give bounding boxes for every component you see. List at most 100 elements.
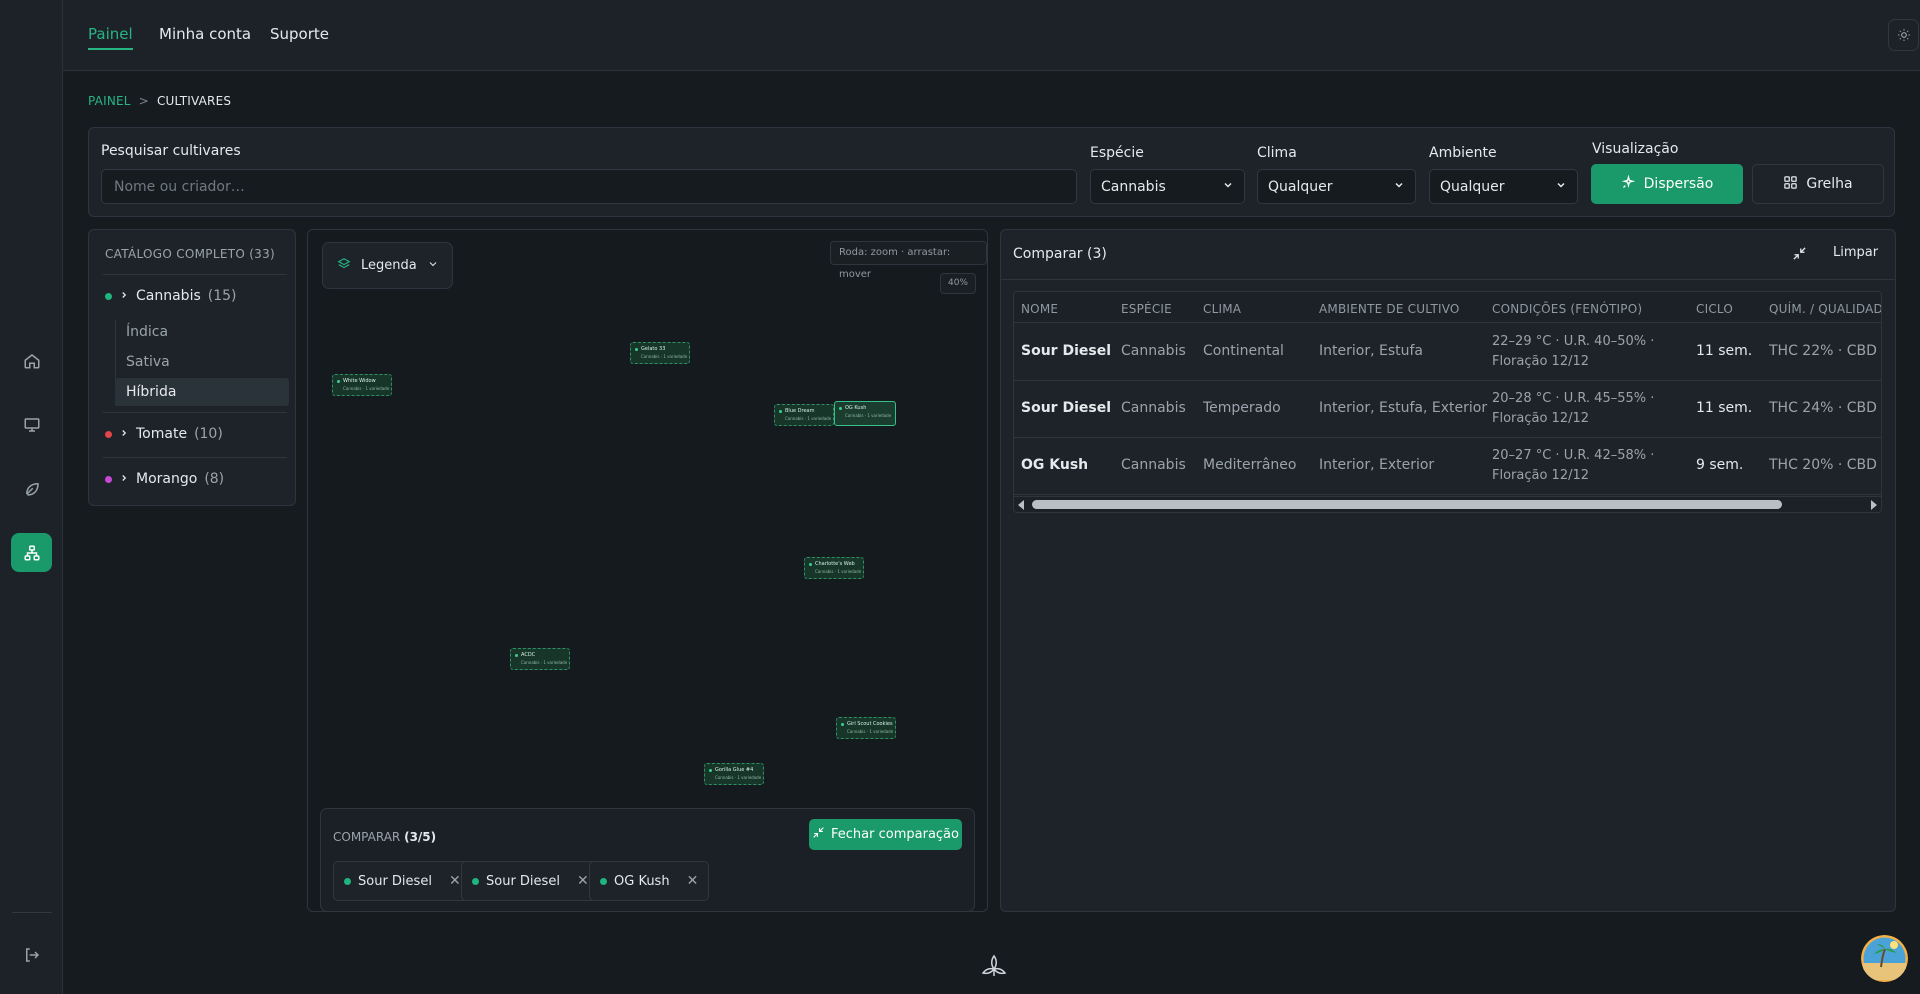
sun-icon[interactable] <box>1888 19 1919 51</box>
app-logo-icon <box>981 954 1007 982</box>
breadcrumb-root[interactable]: PAINEL <box>88 94 131 108</box>
search-input[interactable] <box>101 169 1077 204</box>
scroll-left-icon[interactable] <box>1018 500 1024 510</box>
cell-conditions-line: 20–27 °C · U.R. 42–58% · <box>1492 448 1655 463</box>
scatter-node[interactable]: Blue Dream Cannabis · 1 variedade <box>774 404 834 426</box>
chip-label: Sour Diesel <box>486 873 560 889</box>
compare-chip[interactable]: OG Kush ✕ <box>589 861 710 901</box>
scroll-right-icon[interactable] <box>1871 500 1877 510</box>
zoom-hint: Roda: zoom · arrastar: mover <box>830 241 987 280</box>
table-row[interactable]: Sour Diesel Cannabis Continental Interio… <box>1014 324 1881 381</box>
cell-cycle: 11 sem. <box>1696 343 1753 359</box>
horizontal-scrollbar[interactable] <box>1014 496 1881 512</box>
scatter-view-button[interactable]: Dispersão <box>1591 164 1743 204</box>
clear-button[interactable]: Limpar <box>1833 245 1878 260</box>
scatter-node[interactable]: OG Kush Cannabis · 1 variedade <box>834 401 896 426</box>
cell-environment: Interior, Estufa, Exterior <box>1319 400 1488 416</box>
leaf-icon[interactable] <box>11 469 52 508</box>
nav-painel[interactable]: Painel <box>88 25 133 50</box>
subtype-sativa[interactable]: Sativa <box>115 348 289 376</box>
node-title: Blue Dream <box>785 408 815 414</box>
catalog-group-morango[interactable]: Morango (8) <box>105 471 224 487</box>
minimize-icon <box>812 826 825 843</box>
group-dot <box>105 292 112 300</box>
column-header[interactable]: QUÍM. / QUALIDADE <box>1769 302 1881 316</box>
scatter-view-label: Dispersão <box>1643 176 1714 192</box>
nav-minha-conta[interactable]: Minha conta <box>159 25 251 43</box>
chip-dot <box>472 877 479 885</box>
chevron-right-icon <box>119 471 129 487</box>
node-subtitle: Cannabis · 1 variedade <box>815 569 862 574</box>
column-header[interactable]: ESPÉCIE <box>1121 302 1172 316</box>
chevron-down-icon <box>427 258 439 274</box>
scrollbar-thumb[interactable] <box>1032 500 1782 509</box>
compare-title: Comparar (3) <box>1013 246 1107 262</box>
compare-divider <box>1001 279 1895 280</box>
scatter-node[interactable]: Gorilla Glue #4 Cannabis · 1 variedade <box>704 763 764 785</box>
table-row[interactable]: Sour Diesel Cannabis Temperado Interior,… <box>1014 381 1881 438</box>
chevron-down-icon <box>1393 179 1405 195</box>
node-dot <box>839 407 842 410</box>
environment-select[interactable]: Qualquer <box>1429 169 1578 204</box>
cell-name: OG Kush <box>1021 457 1089 473</box>
node-dot <box>779 410 782 413</box>
node-title: Girl Scout Cookies <box>847 721 893 727</box>
grid-view-button[interactable]: Grelha <box>1752 164 1884 204</box>
scatter-node[interactable]: ACDC Cannabis · 1 variedade <box>510 648 570 670</box>
scatter-node[interactable]: Girl Scout Cookies Cannabis · 1 variedade <box>836 717 896 739</box>
monitor-icon[interactable] <box>11 405 52 444</box>
column-header[interactable]: CLIMA <box>1203 302 1241 316</box>
logout-icon[interactable] <box>11 935 52 974</box>
cell-conditions-line: 20–28 °C · U.R. 45–55% · <box>1492 391 1655 406</box>
climate-select[interactable]: Qualquer <box>1257 169 1416 204</box>
node-subtitle: Cannabis · 1 variedade <box>521 660 568 665</box>
chip-dot <box>600 877 607 885</box>
close-icon[interactable]: ✕ <box>577 873 589 889</box>
catalog-panel: CATÁLOGO COMPLETO (33) Cannabis (15) Índ… <box>88 229 296 506</box>
node-dot <box>841 723 844 726</box>
catalog-group-cannabis[interactable]: Cannabis (15) <box>105 288 237 304</box>
cell-environment: Interior, Exterior <box>1319 457 1435 473</box>
cell-conditions-line: Floração 12/12 <box>1492 354 1590 369</box>
scatter-node[interactable]: Gelato 33 Cannabis · 1 variedade <box>630 342 690 364</box>
catalog-group-tomate[interactable]: Tomate (10) <box>105 426 223 442</box>
chip-dot <box>344 877 351 885</box>
scatter-canvas[interactable]: Legenda Roda: zoom · arrastar: mover 40%… <box>307 229 988 912</box>
network-icon[interactable] <box>11 533 52 572</box>
cell-cycle: 9 sem. <box>1696 457 1744 473</box>
column-header[interactable]: CONDIÇÕES (FENÓTIPO) <box>1492 302 1642 316</box>
species-select[interactable]: Cannabis <box>1090 169 1245 204</box>
breadcrumb: PAINEL > CULTIVARES <box>88 94 231 108</box>
close-compare-button[interactable]: Fechar comparação <box>809 819 962 850</box>
home-icon[interactable] <box>11 341 52 380</box>
column-header[interactable]: NOME <box>1021 302 1058 316</box>
legend-button[interactable]: Legenda <box>322 242 453 289</box>
compare-chip[interactable]: Sour Diesel ✕ <box>333 861 472 901</box>
close-icon[interactable]: ✕ <box>449 873 461 889</box>
cell-chem: THC 22% · CBD 0.1 <box>1769 343 1881 359</box>
cell-name: Sour Diesel <box>1021 400 1111 416</box>
scatter-node[interactable]: Charlotte's Web Cannabis · 1 variedade <box>804 557 864 579</box>
nav-suporte[interactable]: Suporte <box>270 25 329 43</box>
chip-label: Sour Diesel <box>358 873 432 889</box>
avatar[interactable] <box>1861 935 1908 982</box>
subtype-indica[interactable]: Índica <box>115 318 289 346</box>
cell-chem: THC 20% · CBD 0.3 <box>1769 457 1881 473</box>
side-rail <box>0 0 63 994</box>
column-header[interactable]: CICLO <box>1696 302 1733 316</box>
group-name: Morango <box>136 471 198 487</box>
table-row[interactable]: OG Kush Cannabis Mediterrâneo Interior, … <box>1014 438 1881 495</box>
minimize-icon[interactable] <box>1792 246 1807 265</box>
cell-conditions-line: 22–29 °C · U.R. 40–50% · <box>1492 334 1655 349</box>
cell-name: Sour Diesel <box>1021 343 1111 359</box>
environment-value: Qualquer <box>1440 178 1505 195</box>
top-bar: Painel Minha conta Suporte <box>63 0 1920 71</box>
cell-chem: THC 24% · CBD 0.0 <box>1769 400 1881 416</box>
node-title: ACDC <box>521 652 536 658</box>
scatter-node[interactable]: White Widow Cannabis · 1 variedade <box>332 374 392 396</box>
subtype-hibrida[interactable]: Híbrida <box>115 378 289 406</box>
column-header[interactable]: AMBIENTE DE CULTIVO <box>1319 302 1460 316</box>
close-icon[interactable]: ✕ <box>687 873 699 889</box>
node-dot <box>635 348 638 351</box>
compare-chip[interactable]: Sour Diesel ✕ <box>461 861 600 901</box>
